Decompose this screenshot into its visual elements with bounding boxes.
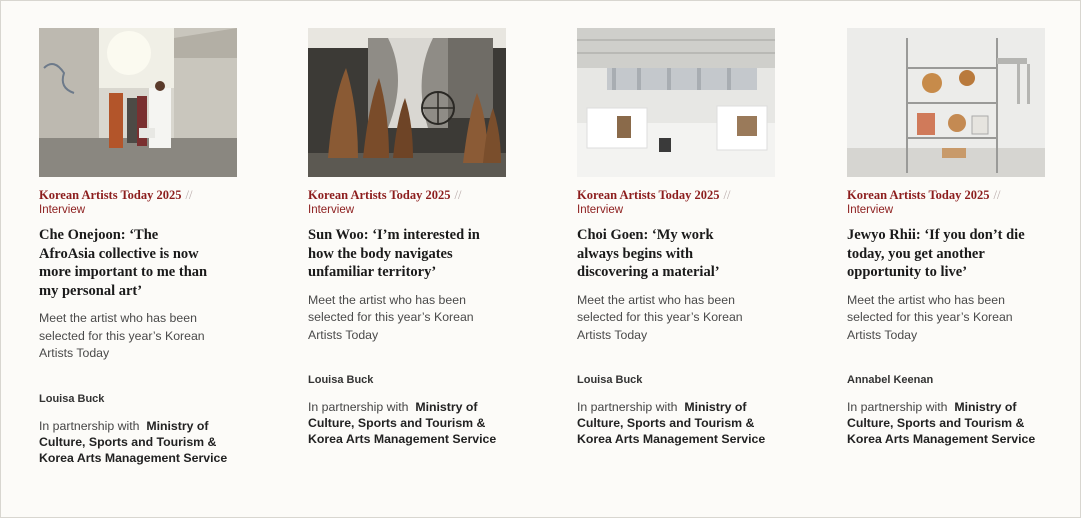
kicker-link[interactable]: Korean Artists Today 2025	[847, 188, 990, 202]
kicker-link[interactable]: Korean Artists Today 2025	[577, 188, 720, 202]
kicker: Korean Artists Today 2025// Interview	[847, 188, 1077, 218]
article-card: Korean Artists Today 2025// Interview Ch…	[577, 28, 807, 447]
partnership-prefix: In partnership with	[308, 400, 409, 414]
article-image-sun-woo[interactable]	[308, 28, 506, 177]
article-standfirst: Meet the artist who has been selected fo…	[577, 292, 743, 342]
article-image-jewyo-rhii[interactable]	[847, 28, 1045, 177]
kicker-link[interactable]: Korean Artists Today 2025	[39, 188, 182, 202]
article-type-link[interactable]: Interview	[308, 203, 538, 218]
partnership-note: In partnership with Ministry of Culture,…	[39, 418, 229, 466]
article-image-che-onejoon[interactable]	[39, 28, 237, 177]
kicker: Korean Artists Today 2025// Interview	[39, 188, 269, 218]
article-type-link[interactable]: Interview	[39, 203, 269, 218]
partnership-prefix: In partnership with	[577, 400, 678, 414]
article-type-link[interactable]: Interview	[577, 203, 807, 218]
kicker: Korean Artists Today 2025// Interview	[577, 188, 807, 218]
partnership-prefix: In partnership with	[39, 418, 140, 433]
article-standfirst: Meet the artist who has been selected fo…	[39, 311, 205, 360]
kicker-separator: //	[723, 188, 731, 202]
partnership-note: In partnership with Ministry of Culture,…	[308, 399, 498, 447]
article-card: Korean Artists Today 2025// Interview Su…	[308, 28, 538, 447]
article-author[interactable]: Louisa Buck	[39, 393, 269, 405]
partnership-note: In partnership with Ministry of Culture,…	[847, 399, 1037, 447]
kicker-separator: //	[454, 188, 462, 202]
partnership-prefix: In partnership with	[847, 400, 948, 414]
kicker-separator: //	[993, 188, 1001, 202]
article-standfirst: Meet the artist who has been selected fo…	[308, 292, 474, 342]
article-author[interactable]: Annabel Keenan	[847, 374, 1077, 386]
article-standfirst: Meet the artist who has been selected fo…	[847, 292, 1013, 342]
partnership-note: In partnership with Ministry of Culture,…	[577, 399, 767, 447]
article-card: Korean Artists Today 2025// Interview Je…	[847, 28, 1077, 447]
article-card: Korean Artists Today 2025// Interview Ch…	[39, 28, 269, 466]
kicker-separator: //	[185, 188, 193, 202]
article-headline[interactable]: Jewyo Rhii: ‘If you don’t die today, you…	[847, 226, 1025, 282]
article-headline[interactable]: Sun Woo: ‘I’m interested in how the body…	[308, 226, 486, 282]
kicker-link[interactable]: Korean Artists Today 2025	[308, 188, 451, 202]
article-grid: Korean Artists Today 2025// Interview Ch…	[0, 0, 1081, 518]
article-type-link[interactable]: Interview	[847, 203, 1077, 218]
article-author[interactable]: Louisa Buck	[577, 374, 807, 386]
article-headline[interactable]: Choi Goen: ‘My work always begins with d…	[577, 226, 755, 282]
kicker: Korean Artists Today 2025// Interview	[308, 188, 538, 218]
article-author[interactable]: Louisa Buck	[308, 374, 538, 386]
article-headline[interactable]: Che Onejoon: ‘The AfroAsia collective is…	[39, 226, 217, 300]
article-image-choi-goen[interactable]	[577, 28, 775, 177]
